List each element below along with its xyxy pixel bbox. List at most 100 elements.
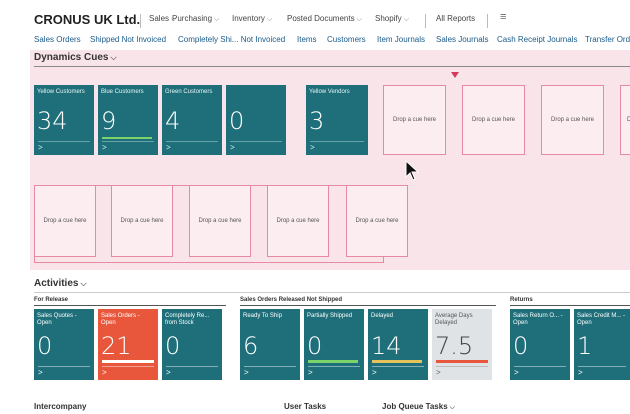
chevron-right-icon: > (38, 368, 43, 377)
cue-sales-credit-memos-open[interactable]: Sales Credit M... - Open 1 > (574, 309, 630, 380)
cue-separator (310, 141, 364, 142)
cue-value: 3 (309, 107, 325, 135)
cue-value: 4 (165, 107, 181, 135)
cue-ready-to-ship[interactable]: Ready To Ship 6 > (240, 309, 300, 380)
cue-green-customers[interactable]: Green Customers 4 > (162, 85, 222, 155)
chevron-right-icon: > (102, 143, 107, 152)
nav-link-sales-orders[interactable]: Sales Orders (34, 35, 81, 44)
cue-value: 6 (243, 332, 259, 360)
cue-value: 0 (37, 332, 53, 360)
nav-link-transfer-orders[interactable]: Transfer Ord (585, 35, 630, 44)
cue-separator (514, 366, 566, 367)
menu-shopify[interactable]: Shopify ⌵ (375, 14, 409, 24)
drop-cue-placeholder[interactable]: Drop a cue here (189, 185, 251, 257)
cue-label: Delayed (371, 313, 394, 319)
cue-label: Green Customers (165, 89, 213, 95)
cue-sales-orders-open[interactable]: Sales Orders - Open 21 > (98, 309, 158, 380)
menu-purchasing[interactable]: Purchasing ⌵ (172, 14, 219, 24)
nav-link-items[interactable]: Items (297, 35, 317, 44)
divider (425, 14, 426, 28)
nav-link-cash-receipt-journals[interactable]: Cash Receipt Journals (497, 35, 577, 44)
cue-status-bar (102, 360, 154, 363)
menu-inventory[interactable]: Inventory ⌵ (232, 14, 272, 24)
cue-label: Yellow Vendors (309, 89, 350, 95)
group-divider (34, 305, 226, 306)
chevron-right-icon: > (436, 368, 441, 377)
cue-separator (578, 366, 626, 367)
cue-separator (166, 366, 218, 367)
menu-all-reports[interactable]: All Reports (436, 14, 475, 23)
chevron-right-icon: > (308, 368, 313, 377)
cue-status-bar (102, 137, 152, 139)
chevron-right-icon: > (244, 368, 249, 377)
cue-completely-reserved[interactable]: Completely Re... from Stock 0 > (162, 309, 222, 380)
cue-yellow-vendors[interactable]: Yellow Vendors 3 > (306, 85, 368, 155)
activities-title[interactable]: Activities ⌵ (34, 278, 87, 289)
nav-link-completely-shipped[interactable]: Completely Shi... Not Invoiced (178, 35, 285, 44)
drop-cue-placeholder[interactable]: Drop a cue here (541, 85, 604, 155)
drop-cue-placeholder[interactable]: Drop a cue here (267, 185, 329, 257)
chevron-right-icon: > (38, 143, 43, 152)
cue-separator (230, 141, 282, 142)
cue-separator (38, 366, 90, 367)
menu-label: Posted Documents (287, 14, 355, 23)
nav-link-sales-journals[interactable]: Sales Journals (436, 35, 488, 44)
menu-posted-documents[interactable]: Posted Documents ⌵ (287, 14, 362, 24)
drop-cue-placeholder[interactable]: Drop a cue here (34, 185, 96, 257)
cue-separator (166, 141, 218, 142)
cue-value: 0 (229, 107, 245, 135)
group-title-returns: Returns (510, 297, 533, 303)
divider (140, 14, 141, 28)
chevron-down-icon: ⌵ (266, 16, 273, 23)
cue-value: 0 (307, 332, 323, 360)
top-bar: CRONUS UK Ltd. Sales ⌵ Purchasing ⌵ Invent… (0, 0, 630, 36)
cue-value: 21 (101, 332, 132, 360)
drop-cue-placeholder[interactable]: Drop a cue here (346, 185, 408, 257)
cue-status-bar (436, 360, 488, 363)
company-name[interactable]: CRONUS UK Ltd. (34, 12, 140, 27)
dynamics-cues-title[interactable]: Dynamics Cues ⌵ (34, 52, 117, 63)
cue-label: Yellow Customers (37, 89, 85, 95)
user-tasks-title[interactable]: User Tasks (284, 402, 326, 411)
drop-cue-placeholder[interactable]: Drop a cue here (111, 185, 173, 257)
cue-status-bar (308, 360, 358, 363)
drop-cue-placeholder-partial[interactable]: D (620, 85, 630, 155)
nav-link-shipped-not-invoiced[interactable]: Shipped Not Invoiced (90, 35, 166, 44)
job-queue-tasks-title[interactable]: Job Queue Tasks ⌵ (382, 402, 455, 412)
chevron-right-icon: > (310, 143, 315, 152)
nav-link-item-journals[interactable]: Item Journals (377, 35, 425, 44)
cue-status-bar (372, 360, 422, 363)
cue-value: 7.5 (435, 332, 474, 360)
chevron-right-icon: > (166, 143, 171, 152)
hamburger-icon[interactable]: ≡ (500, 11, 506, 23)
cue-sales-quotes-open[interactable]: Sales Quotes - Open 0 > (34, 309, 94, 380)
intercompany-title[interactable]: Intercompany (34, 402, 86, 411)
cue-partially-shipped[interactable]: Partially Shipped 0 > (304, 309, 364, 380)
section-title-label: Dynamics Cues (34, 52, 109, 63)
drop-cue-placeholder[interactable]: Drop a cue here (383, 85, 446, 155)
cue-label: Partially Shipped (307, 313, 353, 319)
chevron-right-icon: > (372, 368, 377, 377)
cue-yellow-customers[interactable]: Yellow Customers 34 > (34, 85, 94, 155)
cue-blue-customers[interactable]: Blue Customers 9 > (98, 85, 158, 155)
cue-label: Sales Quotes - Open (37, 313, 77, 326)
nav-link-customers[interactable]: Customers (327, 35, 366, 44)
cue-delayed[interactable]: Delayed 14 > (368, 309, 428, 380)
cue-label: Sales Orders - Open (101, 313, 140, 326)
chevron-down-icon: ⌵ (214, 16, 220, 23)
cue-separator (372, 366, 424, 367)
cue-label: Blue Customers (101, 89, 144, 95)
cue-unnamed[interactable]: 0 > (226, 85, 286, 155)
drop-cue-placeholder[interactable]: Drop a cue here (462, 85, 525, 155)
cue-label: Ready To Ship (243, 313, 282, 319)
cue-sales-return-orders-open[interactable]: Sales Return O... - Open 0 > (510, 309, 570, 380)
section-divider (34, 66, 630, 67)
cue-average-days-delayed[interactable]: Average Days Delayed 7.5 > (432, 309, 492, 380)
cue-value: 1 (577, 332, 593, 360)
cue-separator (244, 366, 296, 367)
chevron-down-icon: ⌵ (110, 53, 117, 62)
cue-label: Completely Re... from Stock (165, 313, 210, 326)
cue-label: Sales Credit M... - Open (577, 313, 626, 326)
group-title-released-not-shipped: Sales Orders Released Not Shipped (240, 297, 343, 303)
group-title-for-release: For Release (34, 297, 69, 303)
